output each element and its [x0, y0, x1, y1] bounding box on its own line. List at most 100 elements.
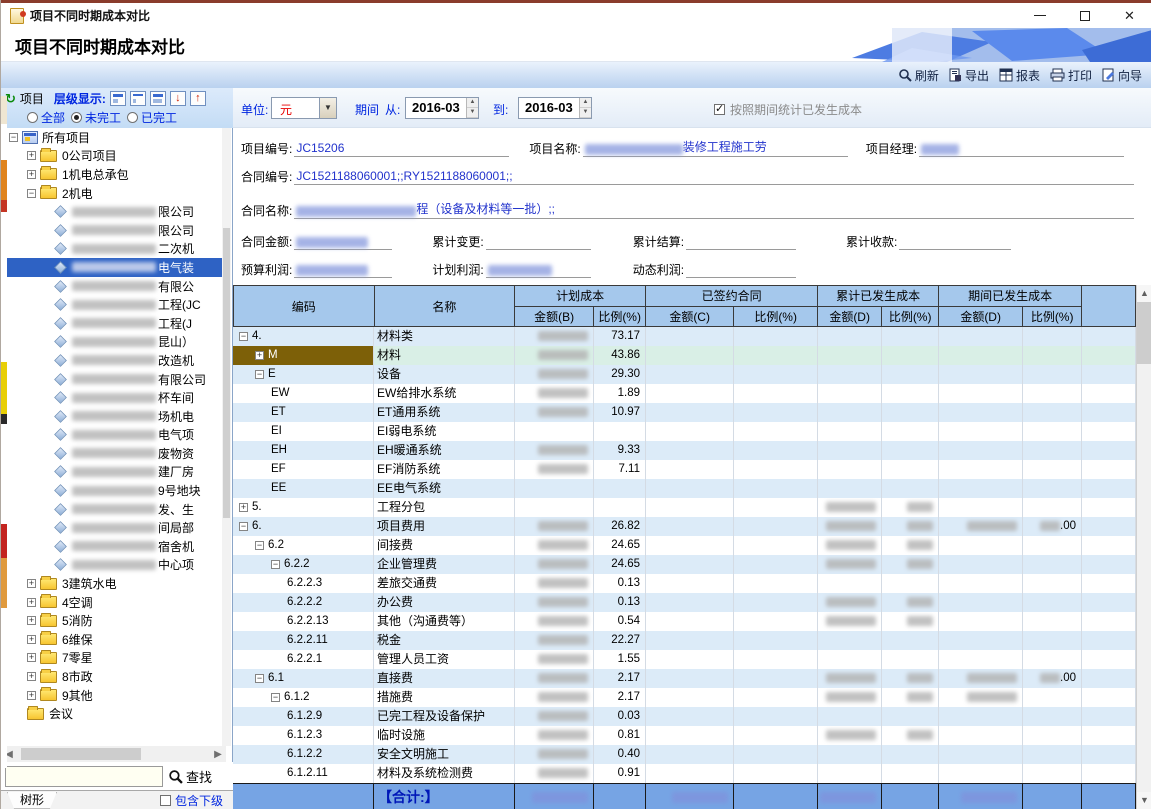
- sub-header[interactable]: 比例(%): [594, 307, 646, 327]
- sub-header[interactable]: 金额(D): [818, 307, 882, 327]
- tree-expand-toggle[interactable]: +: [27, 653, 36, 662]
- table-row[interactable]: EHEH暖通系统9.33: [233, 441, 1136, 460]
- report-button[interactable]: 报表: [999, 67, 1040, 84]
- tree-expand-toggle[interactable]: −: [27, 189, 36, 198]
- spin-up-icon[interactable]: ▲: [467, 98, 478, 108]
- scroll-down-icon[interactable]: ▼: [1137, 792, 1151, 809]
- radio-unfinished[interactable]: [71, 112, 82, 123]
- table-row[interactable]: +M材料43.86: [233, 346, 1136, 365]
- tree-item[interactable]: 间局部: [7, 518, 222, 537]
- tree-expand-toggle[interactable]: +: [27, 598, 36, 607]
- tree-item[interactable]: 限公司: [7, 202, 222, 221]
- unit-select[interactable]: 元 ▼: [271, 97, 337, 119]
- tree-expand-toggle[interactable]: +: [27, 635, 36, 644]
- period-stat-checkbox[interactable]: [714, 104, 725, 115]
- tree-item[interactable]: 场机电: [7, 407, 222, 426]
- tree-item[interactable]: 工程(JC: [7, 295, 222, 314]
- tree-item[interactable]: 二次机: [7, 240, 222, 259]
- tree-item[interactable]: 9号地块: [7, 481, 222, 500]
- row-expand-toggle[interactable]: −: [271, 693, 280, 702]
- table-row[interactable]: −6.2.2企业管理费24.65: [233, 555, 1136, 574]
- tree-item[interactable]: +4空调: [7, 593, 222, 612]
- tree-item[interactable]: 电气项: [7, 426, 222, 445]
- col-header-name[interactable]: 名称: [375, 286, 516, 327]
- table-row[interactable]: −4.材料类73.17: [233, 327, 1136, 346]
- row-expand-toggle[interactable]: −: [255, 674, 264, 683]
- tree-expand-toggle[interactable]: +: [27, 691, 36, 700]
- dots-view-icon[interactable]: [130, 91, 146, 106]
- include-sub-option[interactable]: 包含下级: [160, 792, 223, 809]
- wizard-button[interactable]: 向导: [1102, 67, 1142, 84]
- table-vertical-scrollbar[interactable]: ▲ ▼: [1136, 285, 1151, 809]
- tree-item[interactable]: 发、生: [7, 500, 222, 519]
- tree-horizontal-scrollbar[interactable]: ◀ ▶: [1, 746, 226, 762]
- table-row[interactable]: EEEE电气系统: [233, 479, 1136, 498]
- table-row[interactable]: ETET通用系统10.97: [233, 403, 1136, 422]
- expand-all-icon[interactable]: ↓: [170, 91, 186, 106]
- spin-up-icon[interactable]: ▲: [580, 98, 591, 108]
- tree-item[interactable]: 中心项: [7, 556, 222, 575]
- scrollbar-thumb[interactable]: [1137, 302, 1151, 364]
- row-expand-toggle[interactable]: −: [239, 332, 248, 341]
- table-row[interactable]: 6.1.2.9已完工程及设备保护0.03: [233, 707, 1136, 726]
- tree-item[interactable]: 有限公司: [7, 370, 222, 389]
- tree-expand-toggle[interactable]: +: [27, 672, 36, 681]
- radio-all[interactable]: [27, 112, 38, 123]
- tree-search-input[interactable]: [5, 766, 163, 787]
- table-row[interactable]: −6.1直接费2.17.00: [233, 669, 1136, 688]
- tree-item[interactable]: 工程(J: [7, 314, 222, 333]
- group-label[interactable]: 已签约合同: [646, 286, 818, 307]
- table-row[interactable]: EFEF消防系统7.11: [233, 460, 1136, 479]
- sub-header[interactable]: 金额(B): [515, 307, 594, 327]
- row-expand-toggle[interactable]: −: [239, 522, 248, 531]
- tree-expand-toggle[interactable]: −: [9, 133, 18, 142]
- tree-item[interactable]: +5消防: [7, 611, 222, 630]
- group-label[interactable]: 期间已发生成本: [939, 286, 1082, 307]
- tree-item[interactable]: 改造机: [7, 351, 222, 370]
- tree-item[interactable]: 宿舍机: [7, 537, 222, 556]
- group-label[interactable]: 计划成本: [515, 286, 646, 307]
- tree-item[interactable]: −所有项目: [7, 128, 222, 147]
- include-sub-checkbox[interactable]: [160, 795, 171, 806]
- tree-item[interactable]: 电气装: [7, 258, 222, 277]
- scroll-up-icon[interactable]: ▲: [1137, 285, 1151, 302]
- table-row[interactable]: 6.2.2.13其他（沟通费等）0.54: [233, 612, 1136, 631]
- tree-item[interactable]: 杯车间: [7, 388, 222, 407]
- tree-item[interactable]: 昆山）: [7, 333, 222, 352]
- row-expand-toggle[interactable]: −: [255, 370, 264, 379]
- filter-unfinished[interactable]: 未完工: [71, 109, 121, 126]
- table-row[interactable]: −6.项目费用26.82.00: [233, 517, 1136, 536]
- tree-item[interactable]: +8市政: [7, 667, 222, 686]
- table-row[interactable]: 6.1.2.3临时设施0.81: [233, 726, 1136, 745]
- print-button[interactable]: 打印: [1050, 67, 1092, 84]
- sub-header[interactable]: 比例(%): [1023, 307, 1082, 327]
- chevron-down-icon[interactable]: ▼: [319, 98, 336, 118]
- table-row[interactable]: EWEW给排水系统1.89: [233, 384, 1136, 403]
- period-stat-option[interactable]: 按照期间统计已发生成本: [714, 101, 862, 118]
- to-date-spinner[interactable]: 2016-03 ▲▼: [518, 97, 592, 119]
- tree-item[interactable]: +7零星: [7, 649, 222, 668]
- filter-all[interactable]: 全部: [27, 109, 65, 126]
- sub-header[interactable]: 比例(%): [734, 307, 818, 327]
- group-label[interactable]: 累计已发生成本: [818, 286, 939, 307]
- tree-item[interactable]: 限公司: [7, 221, 222, 240]
- table-row[interactable]: −6.1.2措施费2.17: [233, 688, 1136, 707]
- table-row[interactable]: +5.工程分包: [233, 498, 1136, 517]
- tree-expand-toggle[interactable]: +: [27, 170, 36, 179]
- scroll-right-icon[interactable]: ▶: [210, 749, 226, 760]
- table-row[interactable]: 6.2.2.2办公费0.13: [233, 593, 1136, 612]
- tree-expand-toggle[interactable]: +: [27, 579, 36, 588]
- spin-down-icon[interactable]: ▼: [467, 108, 478, 118]
- table-row[interactable]: EIEI弱电系统: [233, 422, 1136, 441]
- sub-header[interactable]: 金额(D): [939, 307, 1023, 327]
- filter-finished[interactable]: 已完工: [127, 109, 177, 126]
- refresh-button[interactable]: 刷新: [898, 67, 939, 84]
- tree-expand-toggle[interactable]: +: [27, 151, 36, 160]
- tree-item[interactable]: +1机电总承包: [7, 165, 222, 184]
- spin-down-icon[interactable]: ▼: [580, 108, 591, 118]
- table-row[interactable]: 6.1.2.11材料及系统检测费0.91: [233, 764, 1136, 783]
- tree-item[interactable]: 会议: [7, 704, 222, 723]
- tree-item[interactable]: −2机电: [7, 184, 222, 203]
- table-row[interactable]: 6.1.2.2安全文明施工0.40: [233, 745, 1136, 764]
- from-date-spinner[interactable]: 2016-03 ▲▼: [405, 97, 479, 119]
